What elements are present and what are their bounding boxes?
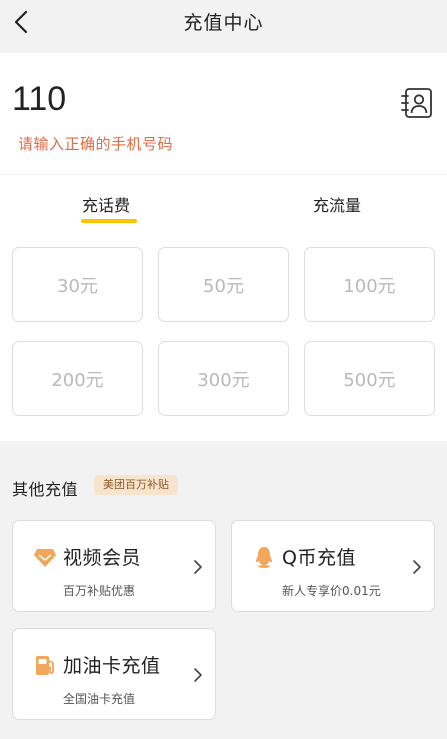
- divider: [0, 174, 447, 175]
- service-name: 加油卡充值: [63, 655, 161, 677]
- amount-option-100[interactable]: 100元: [304, 247, 435, 322]
- subsidy-badge: 美团百万补贴: [94, 475, 178, 495]
- active-tab-indicator: [81, 219, 137, 223]
- amount-option-500[interactable]: 500元: [304, 341, 435, 416]
- fuel-pump-icon: [36, 656, 54, 675]
- service-subtitle: 百万补贴优惠: [63, 584, 136, 598]
- amount-option-200[interactable]: 200元: [12, 341, 143, 416]
- video-membership-card[interactable]: 视频会员 百万补贴优惠: [12, 520, 216, 612]
- amount-option-300[interactable]: 300元: [158, 341, 289, 416]
- amount-option-30[interactable]: 30元: [12, 247, 143, 322]
- service-subtitle: 全国油卡充值: [63, 692, 136, 706]
- diamond-icon: [34, 549, 56, 567]
- amount-option-50[interactable]: 50元: [158, 247, 289, 322]
- service-name: Q币充值: [282, 547, 356, 569]
- fuel-card-recharge-card[interactable]: 加油卡充值 全国油卡充值: [12, 628, 216, 720]
- tab-phone-credit[interactable]: 充话费: [82, 192, 130, 216]
- chevron-right-icon: [413, 560, 421, 574]
- phone-error-message: 请输入正确的手机号码: [18, 135, 174, 153]
- page-title: 充值中心: [183, 12, 264, 34]
- tab-data-plan[interactable]: 充流量: [313, 192, 361, 216]
- chevron-right-icon: [194, 668, 202, 682]
- chevron-right-icon: [194, 560, 202, 574]
- qq-penguin-icon: [256, 547, 272, 568]
- phone-number-input[interactable]: 110: [12, 80, 66, 119]
- nav-bar: 充值中心: [0, 0, 447, 44]
- q-coin-recharge-card[interactable]: Q币充值 新人专享价0.01元: [231, 520, 435, 612]
- service-name: 视频会员: [63, 547, 142, 569]
- section-title: 其他充值: [12, 480, 79, 499]
- service-subtitle: 新人专享价0.01元: [282, 584, 381, 598]
- contact-book-icon[interactable]: [400, 86, 434, 120]
- recharge-card: 110 请输入正确的手机号码 充话费 充流量 30元 50元 100元 200元…: [0, 53, 447, 441]
